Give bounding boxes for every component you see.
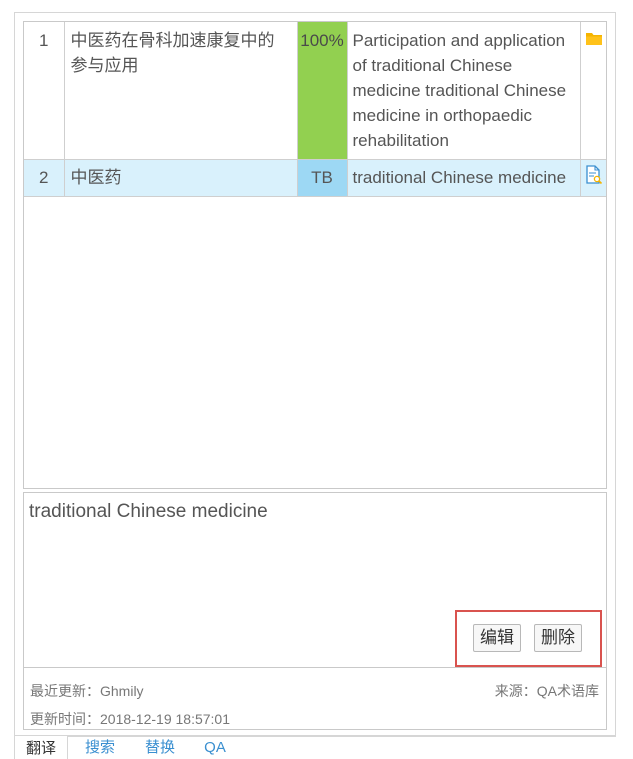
updated-time: 更新时间：2018-12-19 18:57:01	[30, 711, 230, 727]
row-icon-cell[interactable]	[580, 22, 606, 160]
translation-panel: 1 中医药在骨科加速康复中的参与应用 100% Participation an…	[14, 12, 616, 737]
row-number: 1	[24, 22, 65, 160]
folder-icon[interactable]	[585, 28, 603, 45]
metadata-panel: 最近更新：Ghmily 来源：QA术语库 更新时间：2018-12-19 18:…	[23, 668, 607, 730]
results-table: 1 中医药在骨科加速康复中的参与应用 100% Participation an…	[24, 22, 606, 197]
tab-translate[interactable]: 翻译	[14, 735, 68, 759]
delete-button[interactable]: 删除	[534, 624, 582, 652]
bottom-tabs: 翻译 搜索 替换 QA	[14, 735, 616, 759]
row-number: 2	[24, 159, 65, 197]
last-updated-by: 最近更新：Ghmily	[30, 683, 144, 699]
target-text: Participation and application of traditi…	[347, 22, 581, 160]
tab-qa[interactable]: QA	[200, 735, 230, 759]
tab-replace[interactable]: 替换	[140, 735, 180, 759]
edit-button[interactable]: 编辑	[473, 624, 521, 652]
source-text: 中医药	[64, 159, 298, 197]
result-row-1[interactable]: 1 中医药在骨科加速康复中的参与应用 100% Participation an…	[24, 22, 606, 160]
detail-panel: traditional Chinese medicine 编辑 删除	[23, 492, 607, 668]
row-icon-cell[interactable]	[580, 159, 606, 197]
match-type: TB	[297, 159, 348, 197]
source-text: 中医药在骨科加速康复中的参与应用	[64, 22, 298, 160]
term-source: 来源：QA术语库	[494, 683, 599, 699]
selected-translation-text: traditional Chinese medicine	[29, 501, 268, 522]
match-rate: 100%	[297, 22, 348, 160]
results-list: 1 中医药在骨科加速康复中的参与应用 100% Participation an…	[23, 21, 607, 489]
result-row-2[interactable]: 2 中医药 TB traditional Chinese medicine	[24, 159, 606, 197]
tab-search[interactable]: 搜索	[80, 735, 120, 759]
document-search-icon[interactable]	[585, 165, 603, 185]
target-text: traditional Chinese medicine	[347, 159, 581, 197]
